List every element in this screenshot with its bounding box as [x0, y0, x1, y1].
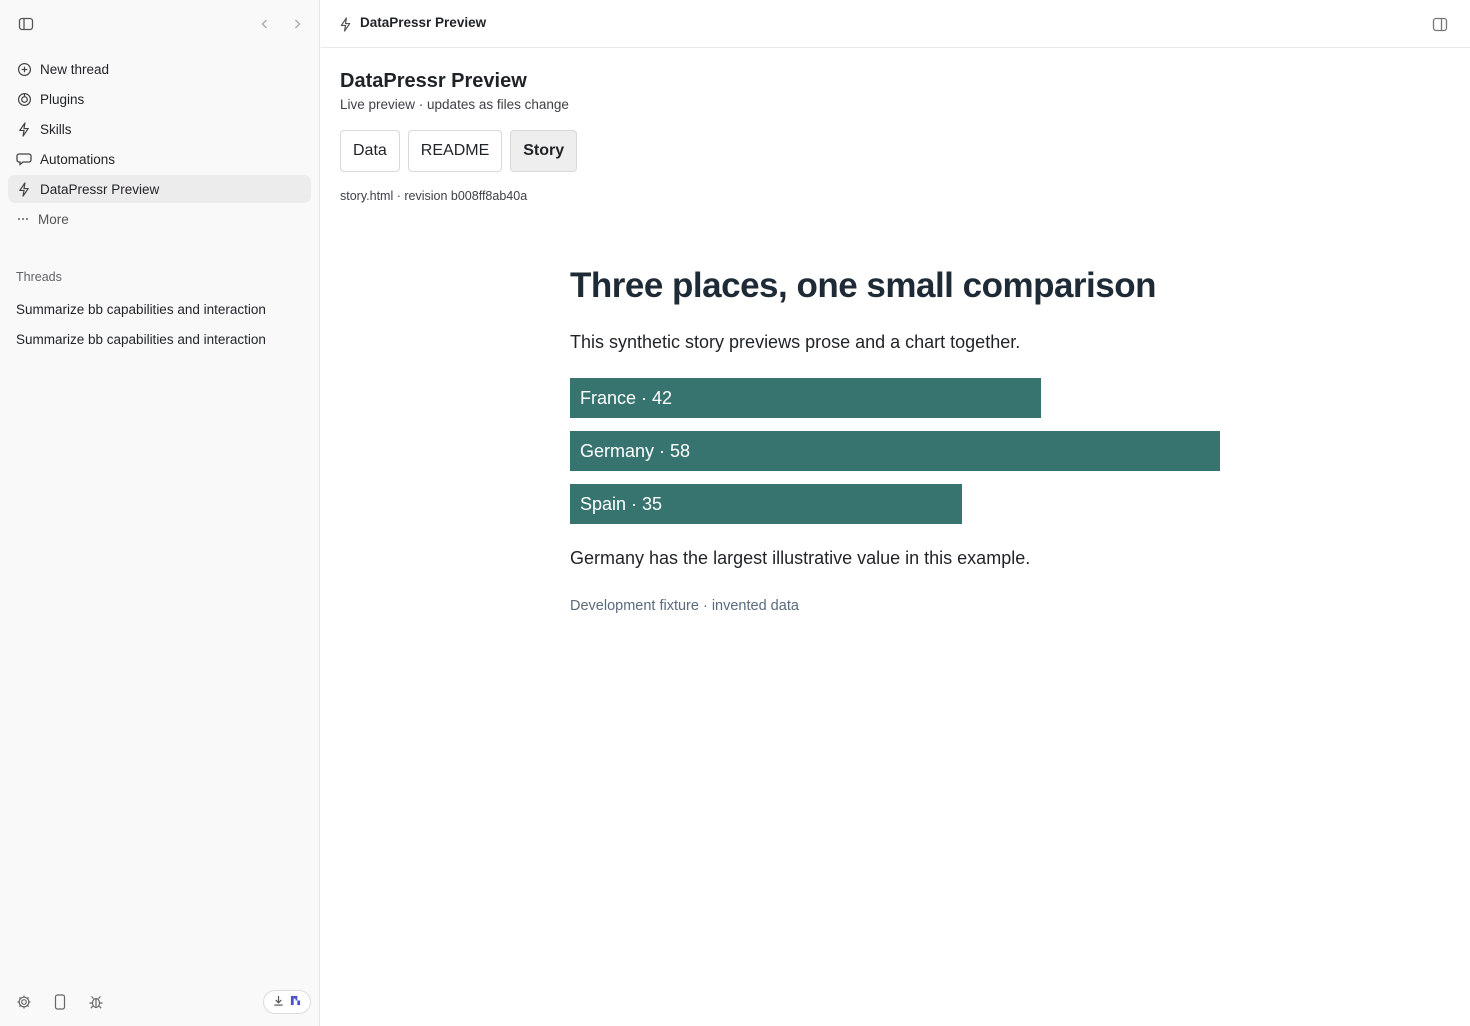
bar-france: France · 42 [570, 378, 1041, 418]
topbar-title: DataPressr Preview [360, 15, 487, 30]
bolt-icon [16, 121, 32, 137]
bar-germany: Germany · 58 [570, 431, 1220, 471]
bar-label: France · 42 [580, 387, 673, 408]
sidebar-item-label: Plugins [40, 91, 85, 107]
thread-item[interactable]: Summarize bb capabilities and interactio… [8, 294, 311, 324]
sidebar-item-datapressr-preview[interactable]: DataPressr Preview [8, 175, 311, 203]
main-panel: DataPressr Preview DataPressr Preview Li… [321, 0, 1470, 1026]
gear-icon[interactable] [12, 990, 36, 1014]
panel-toggle-icon[interactable] [1428, 12, 1452, 36]
download-icon [273, 993, 284, 1011]
bolt-icon [333, 12, 357, 36]
sidebar-toggle-icon[interactable] [14, 12, 38, 36]
sidebar-nav: New thread Plugins Skills Automations Da… [8, 55, 311, 235]
back-arrow-icon[interactable] [253, 12, 277, 36]
ellipsis-icon [16, 211, 30, 227]
tab-readme[interactable]: README [407, 130, 503, 172]
plus-circle-icon [16, 61, 32, 77]
page-subtitle: Live preview · updates as files change [340, 97, 569, 112]
phone-icon[interactable] [48, 990, 72, 1014]
story-preview: Three places, one small comparison This … [570, 262, 1230, 614]
sidebar-item-new-thread[interactable]: New thread [8, 55, 311, 83]
sidebar-item-skills[interactable]: Skills [8, 115, 311, 143]
chat-bubble-icon [16, 151, 32, 167]
sidebar-item-label: Automations [40, 151, 116, 167]
story-note: Germany has the largest illustrative val… [570, 548, 1031, 568]
top-bar: DataPressr Preview [321, 0, 1470, 48]
view-tabs: Data README Story [340, 130, 578, 172]
bar-label: Germany · 58 [580, 440, 691, 461]
sidebar-item-more[interactable]: More [8, 205, 311, 233]
file-revision: story.html · revision b008ff8ab40a [340, 189, 528, 203]
sidebar-item-plugins[interactable]: Plugins [8, 85, 311, 113]
sidebar-footer [0, 988, 320, 1016]
sidebar-item-label: Skills [40, 121, 72, 137]
bug-icon[interactable] [84, 990, 108, 1014]
thread-list: Summarize bb capabilities and interactio… [8, 294, 311, 354]
story-lede: This synthetic story previews prose and … [570, 332, 1021, 352]
brand-logo-icon [290, 993, 301, 1011]
story-footer: Development fixture · invented data [570, 598, 799, 614]
sidebar-item-automations[interactable]: Automations [8, 145, 311, 173]
sidebar-item-label: New thread [40, 61, 110, 77]
bar-label: Spain · 35 [580, 493, 663, 514]
plugin-icon [16, 91, 32, 107]
forward-arrow-icon[interactable] [285, 12, 309, 36]
threads-heading: Threads [16, 270, 62, 284]
page-title: DataPressr Preview [340, 70, 527, 92]
sidebar: New thread Plugins Skills Automations Da… [0, 0, 320, 1026]
tab-data[interactable]: Data [340, 130, 400, 172]
update-pill[interactable] [263, 990, 311, 1014]
tab-story[interactable]: Story [510, 130, 578, 172]
bar-spain: Spain · 35 [570, 484, 962, 524]
bolt-icon [16, 181, 32, 197]
sidebar-header [0, 0, 320, 48]
story-heading: Three places, one small comparison [570, 266, 1157, 305]
sidebar-item-label: DataPressr Preview [40, 181, 160, 197]
sidebar-item-label: More [38, 211, 69, 227]
thread-item[interactable]: Summarize bb capabilities and interactio… [8, 324, 311, 354]
